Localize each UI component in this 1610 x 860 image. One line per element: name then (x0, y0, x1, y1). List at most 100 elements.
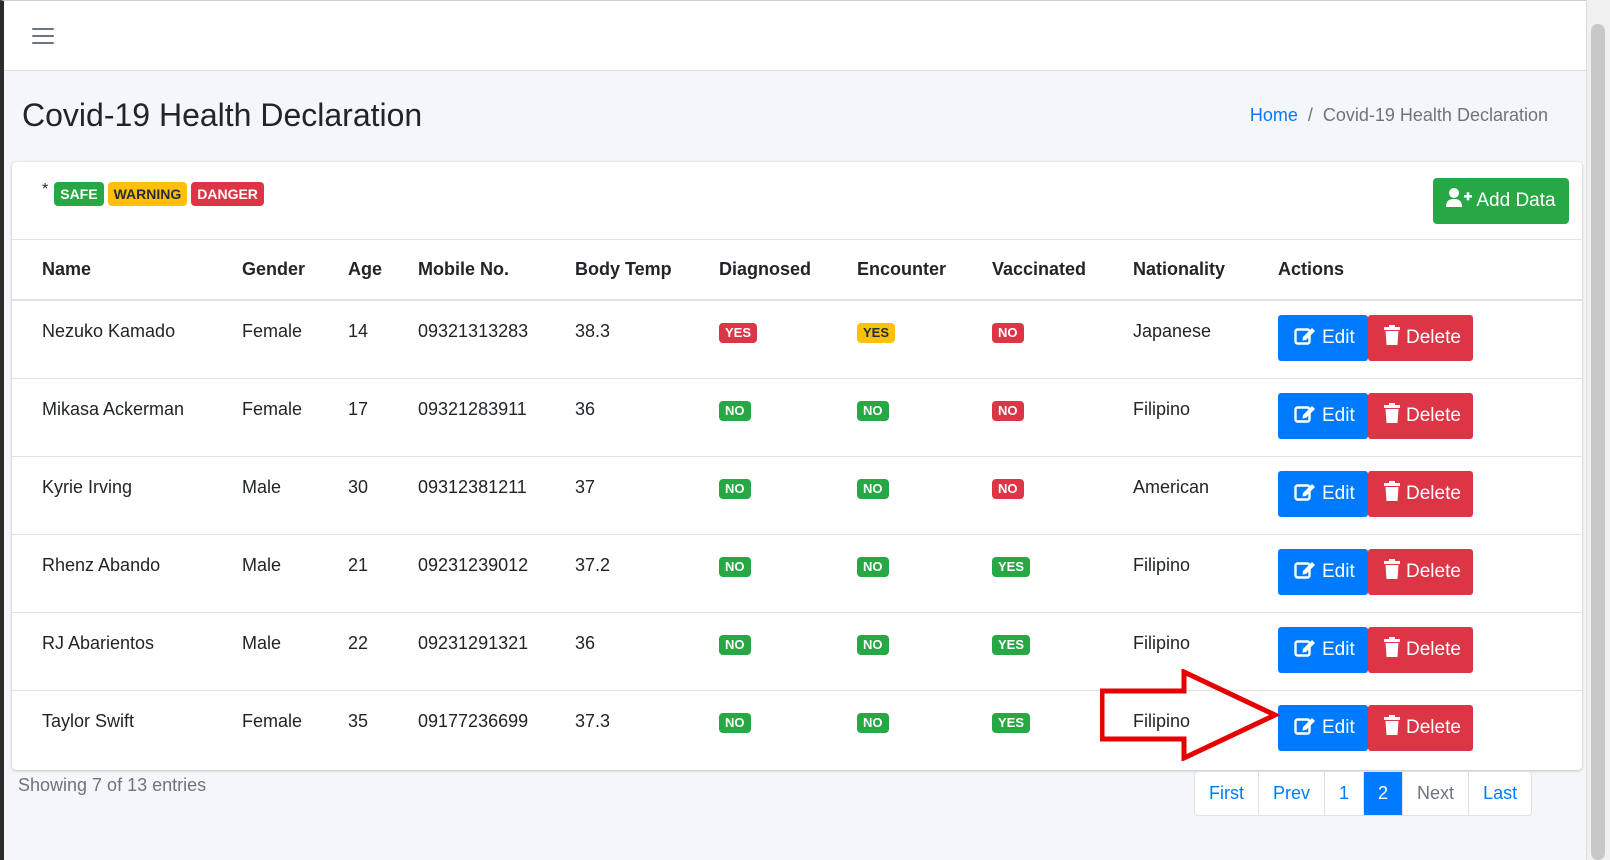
cell-body-temp: 37.2 (545, 534, 689, 613)
diagnosed-cell: NO (689, 690, 827, 768)
delete-button[interactable]: Delete (1368, 548, 1473, 595)
pagination-prev[interactable]: Prev (1259, 772, 1326, 815)
column-header-encounter[interactable]: Encounter (827, 240, 962, 301)
edit-button[interactable]: Edit (1278, 704, 1368, 751)
breadcrumb-home-link[interactable]: Home (1250, 105, 1298, 126)
cell-gender: Male (212, 456, 318, 535)
cell-body-temp: 38.3 (545, 300, 689, 379)
table-row: Nezuko Kamado Female 14 09321313283 38.3 YES Y… (12, 300, 1582, 379)
delete-button[interactable]: Delete (1368, 470, 1473, 517)
edit-button[interactable]: Edit (1278, 392, 1368, 439)
breadcrumb-current: Covid-19 Health Declaration (1322, 104, 1548, 125)
table-row: RJ Abarientos Male 22 09231291321 36 NO NO YES F… (12, 612, 1582, 691)
edit-button[interactable]: Edit (1278, 315, 1368, 361)
vaccinated-cell: YES (962, 690, 1103, 768)
vaccinated-cell: YES (962, 612, 1103, 691)
actions-cell: Edit Delete (1248, 534, 1582, 613)
delete-label: Delete (1406, 327, 1461, 348)
encounter-badge: NO (857, 556, 889, 577)
encounter-cell: YES (827, 300, 962, 379)
vaccinated-badge: YES (992, 634, 1031, 655)
column-header-vaccinated[interactable]: Vaccinated (962, 240, 1103, 301)
cell-name: RJ Abarientos (12, 612, 212, 691)
cell-age: 14 (318, 300, 388, 379)
cell-mobile: 09177236699 (418, 710, 529, 731)
vaccinated-badge: NO (992, 478, 1024, 499)
actions-cell: Edit Delete (1248, 378, 1582, 457)
encounter-cell: NO (827, 378, 962, 457)
diagnosed-cell: NO (689, 378, 827, 457)
table-body: Nezuko Kamado Female 14 09321313283 38.3 YES Y… (12, 300, 1582, 768)
add-data-button[interactable]: Add Data (1433, 178, 1569, 224)
encounter-cell: NO (827, 612, 962, 691)
edit-icon (1294, 403, 1316, 429)
delete-label: Delete (1406, 404, 1461, 426)
cell-body-temp: 37 (545, 456, 689, 535)
cell-name: Mikasa Ackerman (12, 378, 212, 457)
diagnosed-badge: NO (719, 634, 751, 655)
delete-label: Delete (1406, 482, 1461, 504)
vertical-scrollbar[interactable] (1586, 0, 1610, 860)
edit-icon (1294, 715, 1316, 741)
delete-button[interactable]: Delete (1368, 392, 1473, 439)
content-header: Covid-19 Health Declaration Home / Covid… (4, 71, 1586, 159)
pagination: First Prev 1 2 Next Last (1194, 771, 1533, 816)
encounter-cell: NO (827, 456, 962, 535)
cell-name: Nezuko Kamado (12, 300, 212, 379)
pagination-last[interactable]: Last (1469, 772, 1531, 815)
table-header-row: Name Gender Age Mobile No. Body Temp Dia… (12, 240, 1582, 301)
table-row: Rhenz Abando Male 21 09231239012 37.2 NO NO YES… (12, 534, 1582, 613)
trash-icon (1384, 636, 1400, 663)
diagnosed-cell: YES (689, 300, 827, 379)
data-card: * SAFE WARNING DANGER Add Data Name Gend… (12, 162, 1582, 770)
diagnosed-cell: NO (689, 456, 827, 535)
add-data-label: Add Data (1476, 190, 1556, 211)
actions-cell: Edit Delete (1248, 690, 1582, 768)
edit-label: Edit (1322, 327, 1355, 348)
page-title: Covid-19 Health Declaration (22, 96, 423, 133)
scrollbar-thumb[interactable] (1591, 24, 1605, 860)
column-header-mobile[interactable]: Mobile No. (388, 240, 545, 301)
breadcrumb-separator: / (1307, 104, 1313, 125)
pagination-2[interactable]: 2 (1364, 772, 1404, 815)
annotation-arrow-icon (1100, 669, 1280, 761)
status-legend: * SAFE WARNING DANGER (42, 182, 264, 206)
column-header-name[interactable]: Name (12, 240, 212, 301)
delete-button[interactable]: Delete (1368, 626, 1473, 673)
diagnosed-badge: YES (719, 323, 758, 343)
vaccinated-badge: NO (992, 400, 1024, 421)
column-header-nationality[interactable]: Nationality (1103, 240, 1248, 301)
trash-icon (1384, 402, 1400, 429)
delete-button[interactable]: Delete (1368, 315, 1473, 361)
cell-age: 21 (318, 534, 388, 613)
hamburger-icon[interactable] (32, 27, 54, 44)
legend-safe-badge: SAFE (54, 182, 104, 206)
column-header-gender[interactable]: Gender (212, 240, 318, 301)
delete-label: Delete (1406, 716, 1461, 738)
column-header-diagnosed[interactable]: Diagnosed (689, 240, 827, 301)
edit-button[interactable]: Edit (1278, 626, 1368, 673)
table-row: Taylor Swift Female 35 09177236699 37.3 NO NO Y… (12, 690, 1582, 768)
vaccinated-cell: NO (962, 378, 1103, 457)
diagnosed-badge: NO (719, 400, 751, 421)
pagination-first[interactable]: First (1195, 772, 1259, 815)
edit-label: Edit (1322, 482, 1355, 504)
edit-label: Edit (1322, 404, 1355, 426)
pagination-1[interactable]: 1 (1325, 772, 1365, 815)
column-header-age[interactable]: Age (318, 240, 388, 301)
delete-button[interactable]: Delete (1368, 704, 1473, 751)
cell-age: 35 (348, 710, 369, 731)
diagnosed-badge: NO (719, 478, 751, 499)
trash-icon (1384, 325, 1400, 351)
column-header-body-temp[interactable]: Body Temp (545, 240, 689, 301)
edit-button[interactable]: Edit (1278, 548, 1368, 595)
cell-mobile: 09312381211 (388, 456, 545, 535)
cell-gender: Male (212, 612, 318, 691)
edit-label: Edit (1322, 560, 1355, 582)
cell-name: Taylor Swift (42, 710, 135, 731)
column-header-actions: Actions (1248, 240, 1582, 301)
edit-button[interactable]: Edit (1278, 470, 1368, 517)
actions-cell: Edit Delete (1248, 456, 1582, 535)
entries-info: Showing 7 of 13 entries (18, 775, 207, 795)
pagination-next[interactable]: Next (1403, 772, 1470, 815)
